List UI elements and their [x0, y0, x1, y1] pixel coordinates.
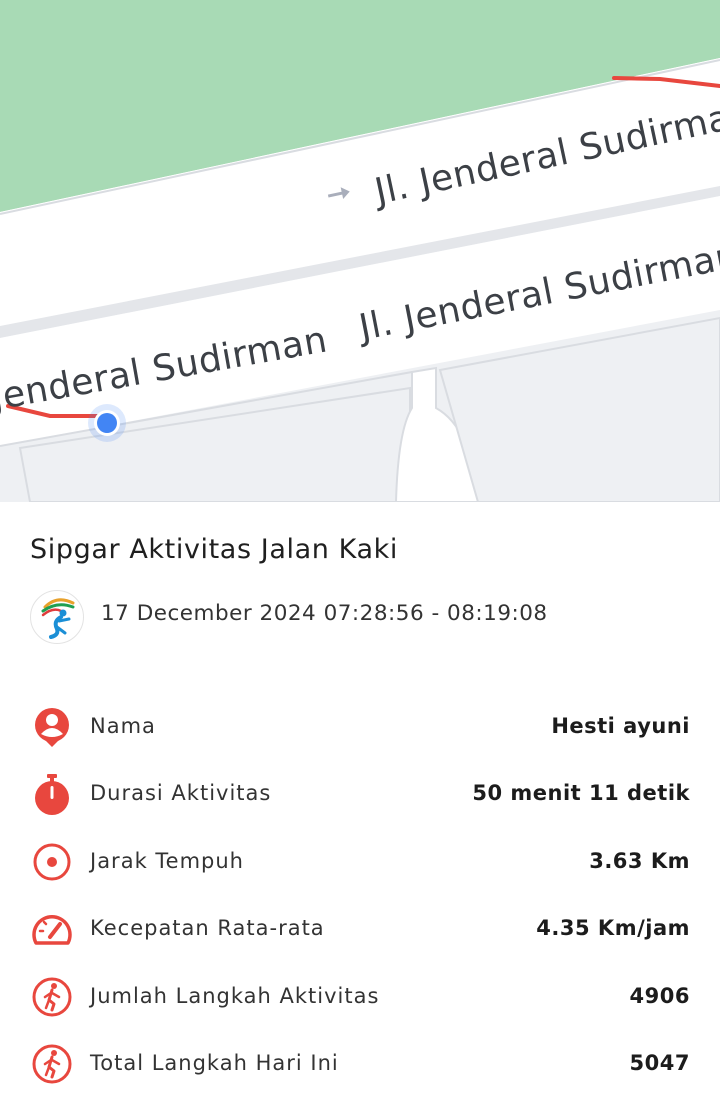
stat-value: 4.35 Km/jam	[536, 916, 690, 940]
stat-label: Durasi Aktivitas	[90, 781, 272, 805]
stat-row-speed: Kecepatan Rata-rata 4.35 Km/jam	[30, 907, 690, 951]
stopwatch-icon	[35, 774, 69, 815]
stat-label: Jumlah Langkah Aktivitas	[90, 984, 380, 1008]
stat-row-duration: Durasi Aktivitas 50 menit 11 detik	[30, 772, 690, 816]
activity-datetime: 17 December 2024 07:28:56 - 08:19:08	[101, 601, 548, 626]
stat-label: Jarak Tempuh	[90, 849, 244, 873]
speedometer-icon	[32, 915, 72, 945]
current-location-marker[interactable]	[88, 404, 126, 442]
stat-label: Kecepatan Rata-rata	[90, 916, 325, 940]
walking-icon	[32, 977, 72, 1017]
target-icon	[33, 843, 71, 881]
stat-value: Hesti ayuni	[551, 714, 690, 738]
stat-row-distance: Jarak Tempuh 3.63 Km	[30, 840, 690, 884]
walking-icon	[32, 1044, 72, 1084]
stat-row-total-steps: Total Langkah Hari Ini 5047	[30, 1042, 690, 1086]
stat-row-name: Nama Hesti ayuni	[30, 705, 690, 749]
stat-value: 4906	[629, 984, 690, 1008]
stat-label: Nama	[90, 714, 156, 738]
stat-label: Total Langkah Hari Ini	[90, 1051, 339, 1075]
person-icon	[35, 708, 69, 747]
stat-value: 50 menit 11 detik	[472, 781, 690, 805]
activity-title: Sipgar Aktivitas Jalan Kaki	[30, 534, 398, 565]
sipgar-logo-icon	[30, 590, 84, 644]
stat-row-activity-steps: Jumlah Langkah Aktivitas 4906	[30, 975, 690, 1019]
stat-value: 5047	[629, 1051, 690, 1075]
stat-value: 3.63 Km	[589, 849, 690, 873]
route-map[interactable]: Jl. Jenderal Sudirman Jl. Jenderal Sudir…	[0, 0, 720, 502]
